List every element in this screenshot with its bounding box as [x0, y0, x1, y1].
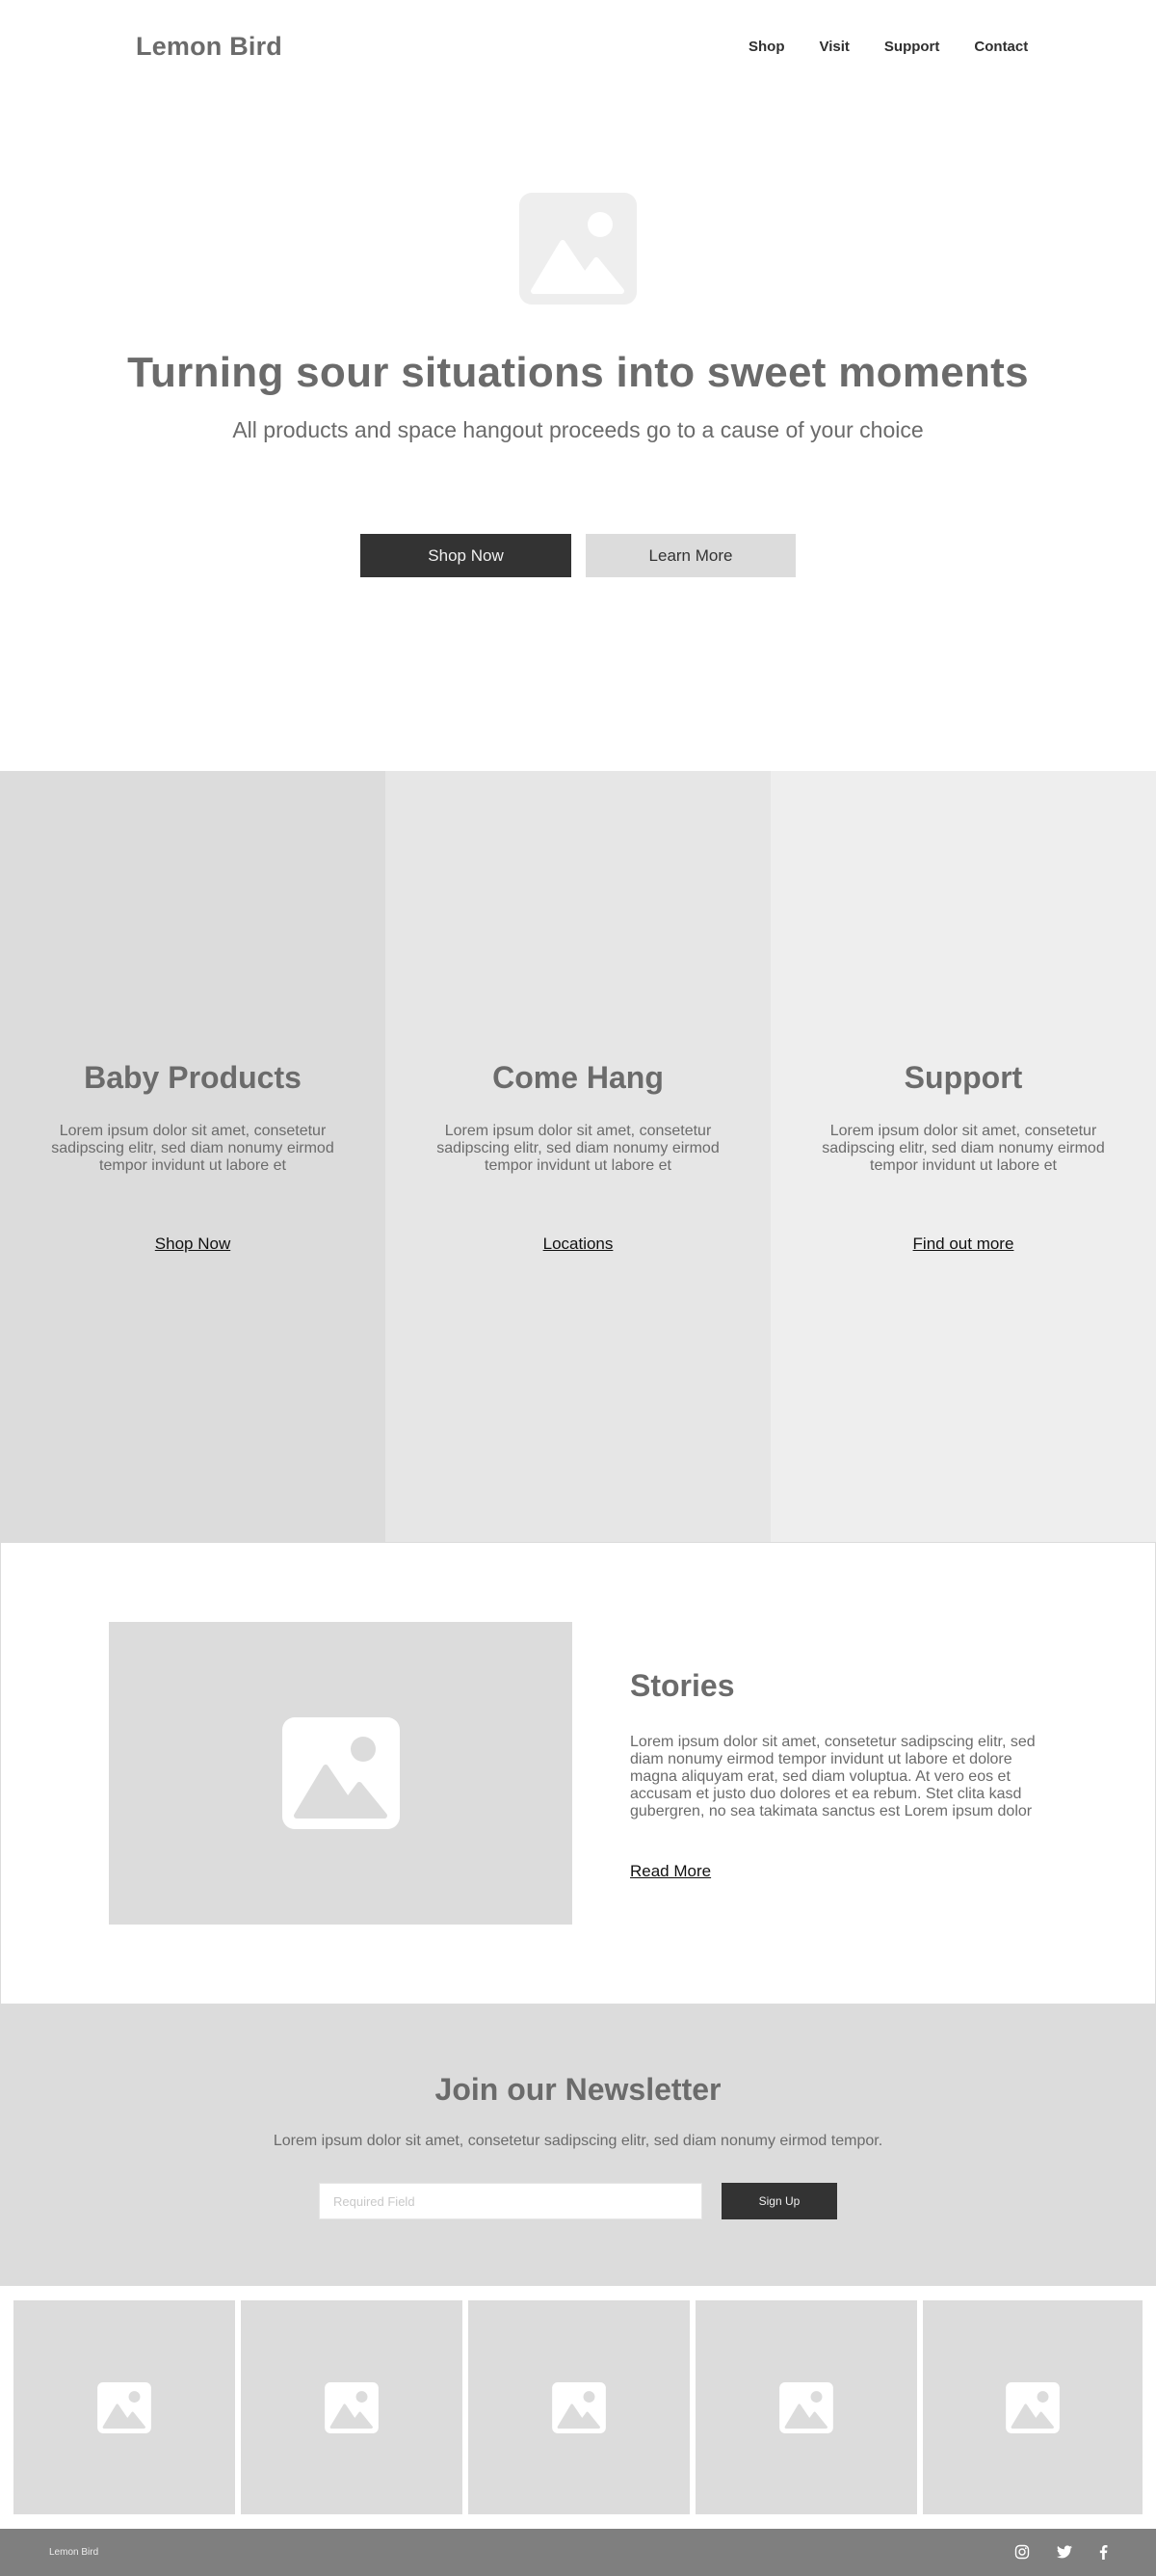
image-placeholder-icon — [1006, 2381, 1060, 2433]
nav-item-support[interactable]: Support — [884, 39, 940, 55]
learn-more-button[interactable]: Learn More — [586, 534, 796, 577]
image-placeholder-icon — [97, 2381, 151, 2433]
image-placeholder-icon — [281, 1717, 400, 1829]
read-more-link[interactable]: Read More — [630, 1862, 711, 1881]
image-placeholder-icon — [552, 2381, 606, 2433]
nav-item-contact[interactable]: Contact — [974, 39, 1028, 55]
stories-image — [109, 1622, 572, 1925]
footer-logo[interactable]: Lemon Bird — [49, 2547, 98, 2558]
nav-item-shop[interactable]: Shop — [749, 39, 785, 55]
stories-title: Stories — [630, 1668, 735, 1703]
sign-up-button[interactable]: Sign Up — [722, 2183, 837, 2219]
column-link-find-out-more[interactable]: Find out more — [771, 1235, 1156, 1254]
column-text: Lorem ipsum dolor sit amet, consetetur s… — [51, 1123, 334, 1174]
site-footer: Lemon Bird — [0, 2529, 1156, 2576]
gallery-item[interactable] — [696, 2300, 917, 2514]
site-header: Lemon Bird Shop Visit Support Contact — [0, 0, 1156, 96]
image-placeholder-icon — [779, 2381, 833, 2433]
shop-now-button[interactable]: Shop Now — [360, 534, 571, 577]
column-support: Support Lorem ipsum dolor sit amet, cons… — [771, 771, 1156, 1542]
newsletter-text: Lorem ipsum dolor sit amet, consetetur s… — [273, 2133, 883, 2149]
hero-subtitle: All products and space hangout proceeds … — [232, 417, 924, 442]
column-link-shop-now[interactable]: Shop Now — [0, 1235, 385, 1254]
gallery-item[interactable] — [241, 2300, 462, 2514]
column-text: Lorem ipsum dolor sit amet, consetetur s… — [822, 1123, 1105, 1174]
column-baby-products: Baby Products Lorem ipsum dolor sit amet… — [0, 771, 385, 1542]
hero-image-placeholder-icon — [519, 193, 637, 305]
column-text: Lorem ipsum dolor sit amet, consetetur s… — [436, 1123, 720, 1174]
site-logo[interactable]: Lemon Bird — [136, 32, 282, 62]
email-field[interactable] — [319, 2183, 702, 2219]
gallery-item[interactable] — [923, 2300, 1143, 2514]
instagram-icon[interactable] — [1012, 2542, 1032, 2562]
column-link-locations[interactable]: Locations — [385, 1235, 771, 1254]
stories-text: Lorem ipsum dolor sit amet, consetetur s… — [630, 1734, 1036, 1819]
nav-item-visit[interactable]: Visit — [820, 39, 850, 55]
stories-section: Stories Lorem ipsum dolor sit amet, cons… — [0, 1542, 1156, 2005]
column-title: Come Hang — [492, 1060, 664, 1095]
hero-title: Turning sour situations into sweet momen… — [127, 349, 1029, 396]
gallery-item[interactable] — [468, 2300, 690, 2514]
main-nav: Shop Visit Support Contact — [749, 39, 1028, 55]
feature-columns: Baby Products Lorem ipsum dolor sit amet… — [0, 771, 1156, 1542]
column-title: Baby Products — [84, 1060, 302, 1095]
gallery-item[interactable] — [13, 2300, 235, 2514]
twitter-icon[interactable] — [1055, 2542, 1074, 2562]
image-placeholder-icon — [325, 2381, 379, 2433]
newsletter-section: Join our Newsletter Lorem ipsum dolor si… — [0, 2005, 1156, 2286]
column-title: Support — [904, 1060, 1023, 1095]
facebook-icon[interactable] — [1093, 2542, 1113, 2562]
newsletter-title: Join our Newsletter — [434, 2072, 722, 2107]
column-come-hang: Come Hang Lorem ipsum dolor sit amet, co… — [385, 771, 771, 1542]
image-gallery — [13, 2300, 1143, 2514]
